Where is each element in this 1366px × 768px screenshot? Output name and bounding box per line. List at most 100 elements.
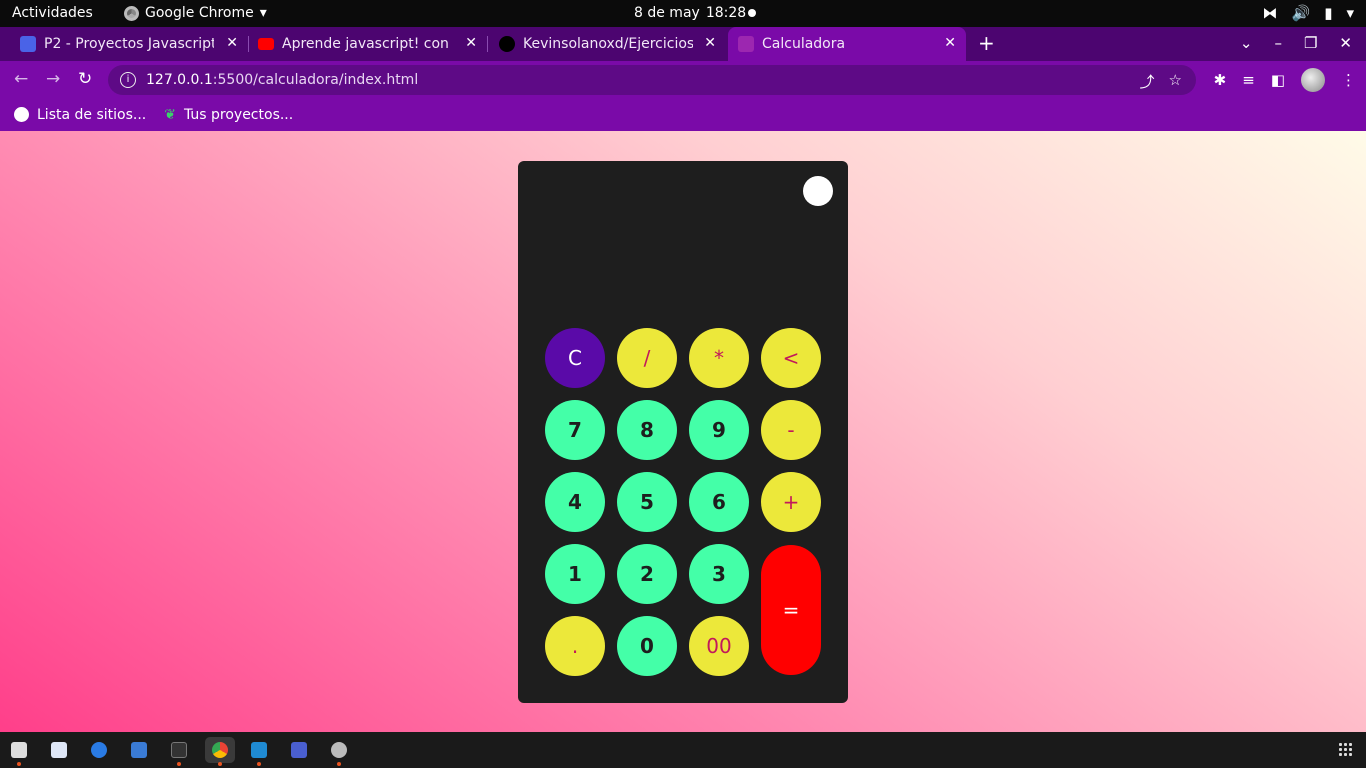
vscode-icon	[251, 742, 267, 758]
tab-title: Calculadora	[762, 36, 846, 52]
info-icon[interactable]: i	[120, 72, 136, 88]
digit-0-button[interactable]: 0	[617, 616, 677, 676]
close-icon[interactable]: ✕	[465, 35, 477, 51]
double-zero-button[interactable]: 00	[689, 616, 749, 676]
tab-proyectos[interactable]: P2 - Proyectos Javascript ✕	[0, 27, 248, 61]
toolbar-actions: ✱ ≡ ◧ ⋮	[1214, 68, 1356, 92]
calculator-icon	[738, 36, 754, 52]
tab-title: Kevinsolanoxd/Ejercicios_	[523, 36, 693, 52]
decimal-button[interactable]: .	[545, 616, 605, 676]
close-window-icon[interactable]: ✕	[1339, 34, 1352, 52]
text-editor-icon	[51, 742, 67, 758]
tab-strip: P2 - Proyectos Javascript ✕ Aprende java…	[0, 27, 1366, 61]
calculator: C / * < 7 8 9 - 4 5 6 + 1 2 3 = . 0 00	[518, 161, 848, 703]
dock-screenshot[interactable]	[286, 737, 312, 763]
restore-icon[interactable]: ❐	[1304, 34, 1317, 52]
dock-terminal[interactable]	[166, 737, 192, 766]
close-icon[interactable]: ✕	[226, 35, 238, 51]
digit-6-button[interactable]: 6	[689, 472, 749, 532]
terminal-icon	[171, 742, 187, 758]
running-indicator	[337, 762, 341, 766]
tab-search-icon[interactable]: ⌄	[1240, 34, 1253, 52]
close-icon[interactable]: ✕	[944, 35, 956, 51]
reload-icon[interactable]: ↻	[78, 69, 92, 89]
bookmark-sitios[interactable]: Lista de sitios...	[14, 107, 146, 123]
tab-github[interactable]: Kevinsolanoxd/Ejercicios_ ✕	[487, 27, 726, 61]
media-queue-icon[interactable]: ≡	[1242, 71, 1255, 89]
activities-button[interactable]: Actividades	[12, 5, 93, 21]
system-tray[interactable]: ⧓ 🔊 ▮ ▾	[1263, 4, 1354, 22]
browser-toolbar: ← → ↻ i 127.0.0.1 :5500/calculadora/inde…	[0, 61, 1366, 98]
youtube-icon	[258, 38, 274, 50]
dock-text-editor[interactable]	[46, 737, 72, 763]
plus-button[interactable]: +	[761, 472, 821, 532]
theme-toggle-button[interactable]	[803, 176, 833, 206]
chrome-icon	[212, 742, 228, 758]
clock[interactable]: 8 de may 18:28	[634, 5, 746, 21]
notification-dot-icon	[748, 9, 756, 17]
clock-time: 18:28	[705, 5, 747, 21]
globe-icon	[14, 107, 29, 122]
digit-8-button[interactable]: 8	[617, 400, 677, 460]
minus-button[interactable]: -	[761, 400, 821, 460]
avatar[interactable]	[1301, 68, 1325, 92]
backspace-button[interactable]: <	[761, 328, 821, 388]
page-viewport: C / * < 7 8 9 - 4 5 6 + 1 2 3 = . 0 00	[0, 131, 1366, 768]
dock-files[interactable]	[6, 737, 32, 766]
system-top-bar: Actividades Google Chrome ▾ 8 de may 18:…	[0, 0, 1366, 27]
app-name: Google Chrome	[145, 5, 254, 21]
equals-button[interactable]: =	[761, 545, 821, 675]
share-icon[interactable]: ⤴	[1140, 71, 1155, 92]
chevron-down-icon: ▾	[1346, 4, 1354, 22]
address-bar[interactable]: i 127.0.0.1 :5500/calculadora/index.html…	[108, 65, 1196, 95]
volume-icon: 🔊	[1291, 4, 1311, 22]
forward-arrow-icon[interactable]: →	[46, 69, 60, 89]
side-panel-icon[interactable]: ◧	[1271, 71, 1285, 89]
close-icon[interactable]: ✕	[704, 35, 716, 51]
extensions-icon[interactable]: ✱	[1214, 71, 1227, 89]
chevron-down-icon: ▾	[259, 5, 267, 21]
bookmark-label: Lista de sitios...	[37, 106, 147, 123]
digit-4-button[interactable]: 4	[545, 472, 605, 532]
network-icon: ⧓	[1262, 4, 1278, 22]
tab-youtube[interactable]: Aprende javascript! con 5 ✕	[248, 27, 487, 61]
divide-button[interactable]: /	[617, 328, 677, 388]
tab-calculadora[interactable]: Calculadora ✕	[728, 27, 966, 61]
clear-button[interactable]: C	[545, 328, 605, 388]
dock-help[interactable]	[86, 737, 112, 763]
running-indicator	[257, 762, 261, 766]
window-controls: ⌄ – ❐ ✕	[1240, 34, 1352, 52]
url-host: 127.0.0.1	[146, 72, 213, 88]
multiply-button[interactable]: *	[689, 328, 749, 388]
bookmark-proyectos[interactable]: ❦ Tus proyectos...	[164, 107, 293, 123]
digit-1-button[interactable]: 1	[545, 544, 605, 604]
digit-3-button[interactable]: 3	[689, 544, 749, 604]
new-tab-button[interactable]: +	[978, 31, 995, 55]
help-icon	[91, 742, 107, 758]
running-indicator	[17, 762, 21, 766]
classroom-icon	[20, 36, 36, 52]
bookmark-label: Tus proyectos...	[183, 106, 294, 123]
dock-monitor[interactable]	[126, 737, 152, 763]
dock-vscode[interactable]	[246, 737, 272, 766]
digit-5-button[interactable]: 5	[617, 472, 677, 532]
github-icon	[499, 36, 515, 52]
digit-2-button[interactable]: 2	[617, 544, 677, 604]
address-bar-actions: ⤴ ☆	[1140, 71, 1182, 92]
disk-icon	[331, 742, 347, 758]
app-menu[interactable]: Google Chrome ▾	[124, 5, 267, 21]
dock-chrome[interactable]	[205, 737, 235, 766]
digit-7-button[interactable]: 7	[545, 400, 605, 460]
dock-disk[interactable]	[326, 737, 352, 766]
system-monitor-icon	[131, 742, 147, 758]
tab-title: Aprende javascript! con 5	[282, 36, 452, 52]
digit-9-button[interactable]: 9	[689, 400, 749, 460]
bookmark-star-icon[interactable]: ☆	[1169, 71, 1182, 92]
kebab-menu-icon[interactable]: ⋮	[1341, 71, 1356, 89]
back-arrow-icon[interactable]: ←	[14, 69, 28, 89]
bookmarks-bar: Lista de sitios... ❦ Tus proyectos...	[0, 98, 1366, 131]
files-icon	[11, 742, 27, 758]
chrome-icon	[124, 5, 139, 21]
minimize-icon[interactable]: –	[1274, 34, 1282, 52]
show-apps-grid-icon[interactable]	[1338, 742, 1352, 756]
